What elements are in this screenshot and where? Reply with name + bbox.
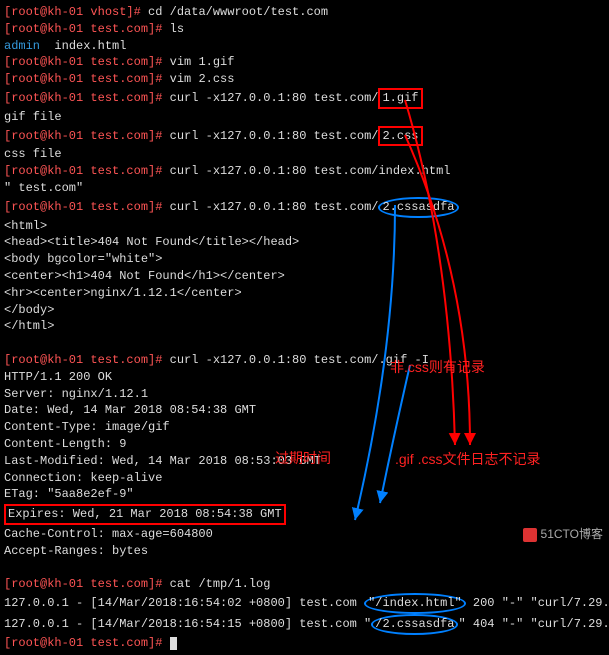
hdr-conn: Connection: keep-alive: [4, 470, 605, 487]
nf-l6: </body>: [4, 302, 605, 319]
nf-l4: <center><h1>404 Not Found</h1></center>: [4, 268, 605, 285]
prompt: [root@kh-01 test.com]#: [4, 636, 170, 650]
prompt: [root@kh-01 test.com]#: [4, 164, 170, 178]
cmd-ls: ls: [170, 22, 184, 36]
cursor: [170, 637, 177, 650]
expires-header-box: Expires: Wed, 21 Mar 2018 08:54:38 GMT: [4, 504, 286, 525]
log1-path-circle: "/index.html": [364, 593, 466, 614]
cmd-curl-css: curl -x127.0.0.1:80 test.com/: [170, 129, 379, 143]
nf-l5: <hr><center>nginx/1.12.1</center>: [4, 285, 605, 302]
head-name: .gif -I: [378, 353, 428, 367]
cmd-curl-index: curl -x127.0.0.1:80 test.com/index.html: [170, 164, 451, 178]
cmd-cd: cd /data/wwwroot/test.com: [148, 5, 328, 19]
nf-l2: <head><title>404 Not Found</title></head…: [4, 234, 605, 251]
hdr-date: Date: Wed, 14 Mar 2018 08:54:38 GMT: [4, 402, 605, 419]
terminal[interactable]: [root@kh-01 vhost]# cd /data/wwwroot/tes…: [0, 0, 609, 655]
css-output: css file: [4, 146, 605, 163]
ls-admin: admin: [4, 39, 40, 53]
cmd-vim2: vim 2.css: [170, 72, 235, 86]
cmd-curl-head: curl -x127.0.0.1:80 test.com/: [170, 353, 379, 367]
bad-filename-circle: 2.cssasdfa: [378, 197, 458, 218]
prompt: [root@kh-01 test.com]#: [4, 577, 170, 591]
nf-l7: </html>: [4, 318, 605, 335]
log1-post: 200 "-" "curl/7.29.0": [466, 596, 609, 610]
ls-rest: index.html: [40, 39, 126, 53]
hdr-lastmod: Last-Modified: Wed, 14 Mar 2018 08:53:03…: [4, 453, 605, 470]
css-filename-box: 2.css: [378, 126, 422, 147]
prompt: [root@kh-01 test.com]#: [4, 200, 170, 214]
cmd-vim1: vim 1.gif: [170, 55, 235, 69]
prompt: [root@kh-01 test.com]#: [4, 22, 170, 36]
hdr-clen: Content-Length: 9: [4, 436, 605, 453]
cmd-curl-gif: curl -x127.0.0.1:80 test.com/: [170, 91, 379, 105]
cmd-curl-bad: curl -x127.0.0.1:80 test.com/: [170, 200, 379, 214]
log2-pre: 127.0.0.1 - [14/Mar/2018:16:54:15 +0800]…: [4, 617, 371, 631]
prompt: [root@kh-01 vhost]#: [4, 5, 148, 19]
hdr-accept: Accept-Ranges: bytes: [4, 543, 605, 560]
hdr-server: Server: nginx/1.12.1: [4, 386, 605, 403]
prompt: [root@kh-01 test.com]#: [4, 129, 170, 143]
log2-post: " 404 "-" "curl/7.29.0": [458, 617, 609, 631]
gif-filename-box: 1.gif: [378, 88, 422, 109]
watermark: 51CTO博客: [523, 526, 603, 543]
index-output: " test.com": [4, 180, 605, 197]
hdr-ctype: Content-Type: image/gif: [4, 419, 605, 436]
prompt: [root@kh-01 test.com]#: [4, 91, 170, 105]
prompt: [root@kh-01 test.com]#: [4, 55, 170, 69]
log2-path-circle: /2.cssasdfa: [371, 614, 458, 635]
cmd-cat-log: cat /tmp/1.log: [170, 577, 271, 591]
log1-pre: 127.0.0.1 - [14/Mar/2018:16:54:02 +0800]…: [4, 596, 364, 610]
watermark-logo-icon: [523, 528, 537, 542]
watermark-text: 51CTO博客: [541, 526, 603, 543]
prompt: [root@kh-01 test.com]#: [4, 353, 170, 367]
nf-l1: <html>: [4, 218, 605, 235]
hdr-etag: ETag: "5aa8e2ef-9": [4, 486, 605, 503]
gif-output: gif file: [4, 109, 605, 126]
hdr-status: HTTP/1.1 200 OK: [4, 369, 605, 386]
nf-l3: <body bgcolor="white">: [4, 251, 605, 268]
prompt: [root@kh-01 test.com]#: [4, 72, 170, 86]
hdr-cache: Cache-Control: max-age=604800: [4, 526, 605, 543]
